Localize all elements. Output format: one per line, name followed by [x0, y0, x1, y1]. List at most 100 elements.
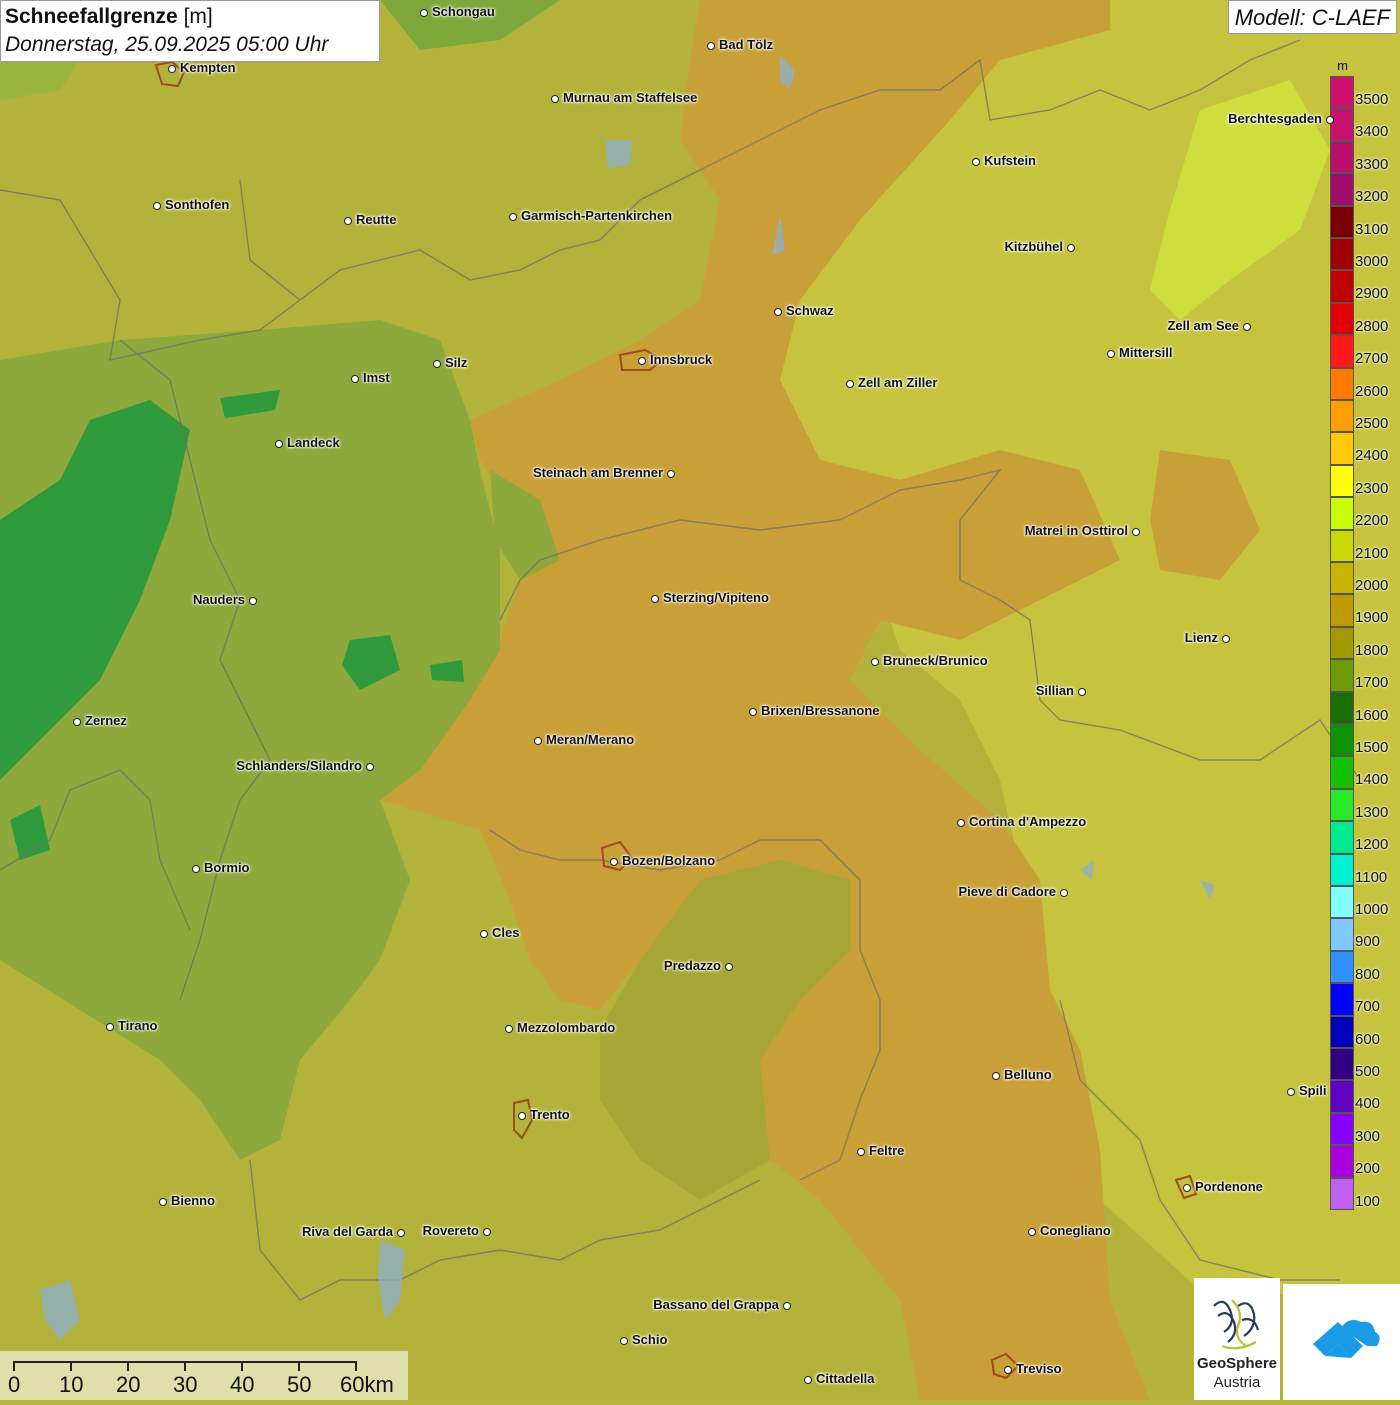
city-dot-icon: [725, 963, 733, 971]
legend-label: 3100: [1355, 220, 1389, 238]
legend-label: 2500: [1355, 415, 1389, 432]
legend-swatch: [1330, 788, 1354, 822]
legend-swatch: [1330, 108, 1354, 141]
legend-swatch: [1330, 76, 1354, 109]
city-dot-icon: [1060, 889, 1068, 897]
city-label: Feltre: [869, 1143, 905, 1158]
legend-label: 3400: [1355, 123, 1389, 141]
legend-label: 1900: [1355, 609, 1389, 627]
city-label: Cles: [492, 925, 520, 940]
legend-label: 1100: [1355, 868, 1388, 886]
legend-label: 2600: [1355, 382, 1389, 400]
city-label: Garmisch-Partenkirchen: [521, 208, 673, 223]
legend-swatch: [1330, 821, 1354, 854]
city-label: Treviso: [1016, 1361, 1062, 1376]
legend-label: 1600: [1355, 706, 1389, 724]
legend-label: 2300: [1355, 479, 1389, 497]
scale-bar: 0 10 20 30 40 50 60km: [0, 1351, 408, 1400]
scale-label: 60km: [340, 1372, 394, 1397]
legend-label: 2700: [1355, 350, 1389, 368]
city-dot-icon: [1028, 1228, 1036, 1236]
city-dot-icon: [73, 718, 81, 726]
city-label: Zernez: [85, 713, 127, 728]
city-label: Bienno: [171, 1193, 216, 1208]
logo-text-line2: Austria: [1213, 1374, 1261, 1391]
legend-label: 2400: [1355, 447, 1389, 465]
city-dot-icon: [992, 1072, 1000, 1080]
legend-label: 1700: [1355, 674, 1389, 692]
city-dot-icon: [804, 1376, 812, 1384]
city-dot-icon: [505, 1025, 513, 1033]
legend-swatch: [1330, 918, 1354, 951]
scale-tick: [127, 1361, 129, 1371]
legend-swatch: [1330, 1177, 1354, 1210]
scale-label: 40: [230, 1372, 255, 1397]
scale-tick: [355, 1361, 357, 1371]
city-label: Mezzolombardo: [517, 1020, 616, 1035]
city-dot-icon: [1243, 323, 1251, 331]
legend-label: 500: [1355, 1063, 1381, 1080]
city-label: Schongau: [432, 4, 495, 19]
city-label: Kempten: [180, 60, 236, 75]
city-dot-icon: [1004, 1366, 1012, 1374]
cloud-logo[interactable]: [1283, 1284, 1400, 1400]
city-label: Zell am See: [1167, 318, 1239, 333]
map-datetime: Donnerstag, 25.09.2025 05:00 Uhr: [5, 33, 329, 56]
city-label: Riva del Garda: [301, 1224, 393, 1239]
city-label: Bormio: [204, 860, 250, 875]
legend-swatch: [1330, 1015, 1354, 1048]
legend-swatch: [1330, 724, 1354, 757]
city-label: Spili: [1299, 1083, 1327, 1098]
city-label: Cittadella: [816, 1371, 875, 1386]
legend-label: 3300: [1355, 155, 1389, 173]
legend-swatch: [1330, 497, 1354, 530]
city-label: Trento: [530, 1107, 570, 1122]
geosphere-logo[interactable]: GeoSphere Austria: [1194, 1278, 1280, 1400]
city-label: Cortina d'Ampezzo: [969, 814, 1087, 829]
city-label: Steinach am Brenner: [532, 465, 663, 480]
city-label: Silz: [445, 355, 468, 370]
city-label: Pieve di Cadore: [958, 884, 1056, 899]
city-dot-icon: [651, 595, 659, 603]
legend-label: 2100: [1355, 544, 1389, 562]
city-label: Landeck: [287, 435, 340, 450]
city-dot-icon: [275, 440, 283, 448]
city-label: Schlanders/Silandro: [236, 758, 362, 773]
city-dot-icon: [1183, 1184, 1191, 1192]
city-dot-icon: [433, 360, 441, 368]
legend-label: 1000: [1355, 901, 1389, 918]
color-legend: m 3500 3400 3300 3200 3100 3000 2900 2800 2700 26…: [1329, 56, 1400, 1210]
city-dot-icon: [707, 42, 715, 50]
legend-swatch: [1330, 335, 1354, 368]
legend-swatch: [1330, 1080, 1354, 1113]
legend-swatch: [1330, 691, 1354, 724]
city-dot-icon: [1067, 244, 1075, 252]
city-label: Murnau am Staffelsee: [563, 90, 698, 105]
city-label: Brixen/Bressanone: [761, 703, 880, 718]
legend-label: 900: [1355, 933, 1381, 951]
city-dot-icon: [344, 217, 352, 225]
city-dot-icon: [351, 375, 359, 383]
city-dot-icon: [106, 1023, 114, 1031]
city-dot-icon: [397, 1229, 405, 1237]
city-label: Schio: [632, 1332, 668, 1347]
legend-swatch: [1330, 626, 1354, 660]
city-dot-icon: [168, 65, 176, 73]
legend-label: 200: [1355, 1160, 1381, 1178]
city-label: Bad Tölz: [719, 37, 774, 52]
legend-swatch: [1330, 950, 1354, 984]
legend-label: 600: [1355, 1030, 1381, 1048]
legend-swatch: [1330, 853, 1354, 886]
legend-swatch: [1330, 205, 1354, 238]
city-label: Belluno: [1004, 1067, 1052, 1082]
legend-swatch: [1330, 659, 1354, 692]
city-dot-icon: [972, 158, 980, 166]
legend-label: 2000: [1355, 577, 1389, 594]
legend-swatch: [1330, 367, 1354, 400]
legend-swatch: [1330, 173, 1354, 206]
city-dot-icon: [1326, 116, 1334, 124]
city-dot-icon: [159, 1198, 167, 1206]
legend-label: 400: [1355, 1095, 1381, 1113]
legend-label: 1300: [1355, 803, 1389, 821]
legend-swatch: [1330, 594, 1354, 627]
